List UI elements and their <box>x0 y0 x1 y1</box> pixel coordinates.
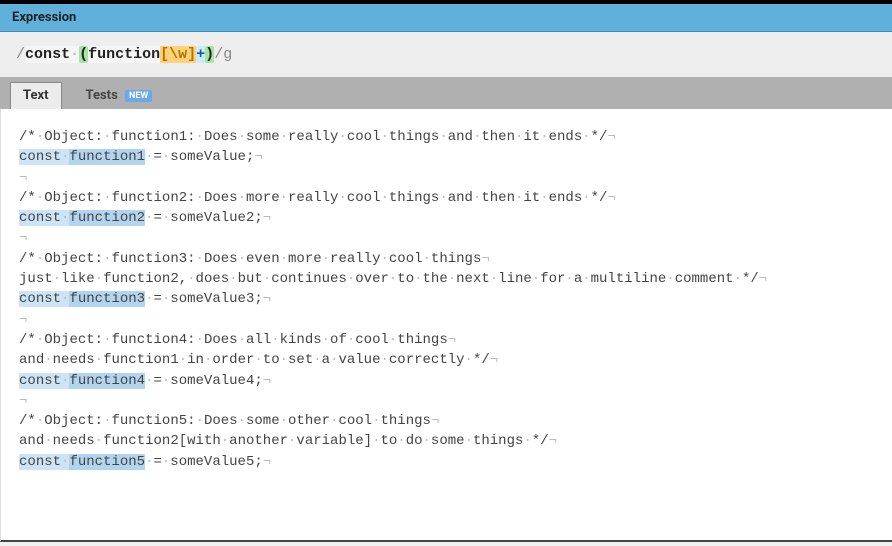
regex-group-literal: function <box>88 46 160 63</box>
tab-bar: Text Tests NEW <box>0 77 892 109</box>
text-line: ¬ <box>19 391 874 411</box>
text-line: const·function4·=·someValue4;¬ <box>19 371 874 391</box>
header-title: Expression <box>12 10 76 25</box>
text-line: and·needs·function2[with·another·variabl… <box>19 431 874 451</box>
tab-tests[interactable]: Tests NEW <box>74 83 165 109</box>
regex-close-delim: / <box>214 46 223 63</box>
match-const: const· <box>19 291 69 307</box>
expression-header: Expression <box>0 4 892 32</box>
text-line: const·function2·=·someValue2;¬ <box>19 208 874 228</box>
match-const: const· <box>19 149 69 165</box>
expression-input[interactable]: /const·(function[\w]+)/g <box>0 32 892 77</box>
text-line: ¬ <box>19 310 874 330</box>
tab-tests-label: Tests <box>86 88 118 103</box>
match-function: function2 <box>69 210 145 226</box>
text-line: /*·Object:·function5:·Does·some·other·co… <box>19 411 874 431</box>
regex-group-close: ) <box>205 46 214 63</box>
text-line: ¬ <box>19 228 874 248</box>
regex-literal: const· <box>25 46 79 63</box>
text-line: const·function5·=·someValue5;¬ <box>19 452 874 472</box>
text-line: just·like·function2,·does·but·continues·… <box>19 269 874 289</box>
text-line: const·function1·=·someValue;¬ <box>19 147 874 167</box>
match-function: function3 <box>69 291 145 307</box>
tab-text[interactable]: Text <box>10 82 62 109</box>
regex-quantifier: + <box>196 46 205 63</box>
match-function: function1 <box>69 149 145 165</box>
match-const: const· <box>19 210 69 226</box>
text-line: /*·Object:·function1:·Does·some·really·c… <box>19 127 874 147</box>
match-function: function5 <box>69 454 145 470</box>
test-text-area[interactable]: /*·Object:·function1:·Does·some·really·c… <box>0 109 892 542</box>
regex-group-open: ( <box>79 46 88 63</box>
match-const: const· <box>19 454 69 470</box>
badge-new: NEW <box>125 90 152 102</box>
text-line: /*·Object:·function4:·Does·all·kinds·of·… <box>19 330 874 350</box>
match-const: const· <box>19 373 69 389</box>
match-function: function4 <box>69 373 145 389</box>
text-line: const·function3·=·someValue3;¬ <box>19 289 874 309</box>
text-line: /*·Object:·function2:·Does·more·really·c… <box>19 188 874 208</box>
regex-flags: g <box>223 46 232 63</box>
text-line: ¬ <box>19 168 874 188</box>
text-line: and·needs·function1·in·order·to·set·a·va… <box>19 350 874 370</box>
regex-open-delim: / <box>16 46 25 63</box>
regex-charclass: [\w] <box>160 46 196 63</box>
text-line: /*·Object:·function3:·Does·even·more·rea… <box>19 249 874 269</box>
